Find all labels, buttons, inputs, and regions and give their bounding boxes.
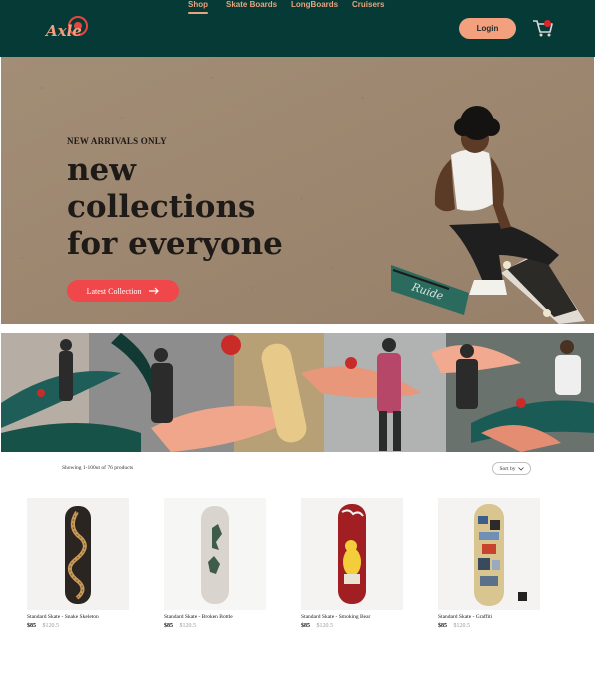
hero-title: new collections for everyone <box>67 152 367 263</box>
latest-collection-label: Latest Collection <box>86 286 142 296</box>
sort-label: Sort by <box>499 465 516 472</box>
nav-item-shop[interactable]: Shop <box>188 0 208 14</box>
product-card[interactable]: Standard Skate - Snake Skeleton $85 $120… <box>27 498 129 629</box>
site-header: Axle Shop Skate Boards LongBoards Cruise… <box>0 0 595 57</box>
product-old-price: $120.5 <box>179 623 197 629</box>
arrow-right-icon <box>149 287 160 295</box>
hero-eyebrow: NEW ARRIVALS ONLY <box>67 136 167 146</box>
chevron-down-icon <box>517 466 524 471</box>
hero-banner: NEW ARRIVALS ONLY new collections for ev… <box>1 57 594 324</box>
product-price: $85 <box>164 623 173 629</box>
product-card[interactable]: Standard Skate - Broken Bottle $85 $120.… <box>164 498 266 629</box>
product-name[interactable]: Standard Skate - Snake Skeleton <box>27 614 129 620</box>
hero-title-line: new <box>67 152 136 188</box>
product-old-price: $120.5 <box>453 623 471 629</box>
latest-collection-button[interactable]: Latest Collection <box>67 280 179 302</box>
svg-text:Axle: Axle <box>44 22 82 40</box>
product-prices: $85 $120.5 <box>27 623 129 629</box>
page: { "brand": { "logo_text": "Axle", "color… <box>0 0 595 690</box>
collection-collage-banner <box>1 333 594 452</box>
product-image[interactable] <box>27 498 129 610</box>
product-price: $85 <box>438 623 447 629</box>
product-prices: $85 $120.5 <box>301 623 403 629</box>
product-image[interactable] <box>438 498 540 610</box>
product-price: $85 <box>301 623 310 629</box>
product-name[interactable]: Standard Skate - Broken Bottle <box>164 614 266 620</box>
results-count: Showing 1-100ut of 76 products <box>62 465 134 471</box>
skateboard-graphic: Ruide <box>391 265 469 315</box>
product-old-price: $120.5 <box>42 623 60 629</box>
hero-title-line: for everyone <box>67 226 283 262</box>
sort-dropdown[interactable]: Sort by <box>492 462 531 475</box>
cart-badge <box>544 20 551 27</box>
product-price: $85 <box>27 623 36 629</box>
product-old-price: $120.5 <box>316 623 334 629</box>
product-card[interactable]: Standard Skate - Smoking Bear $85 $120.5 <box>301 498 403 629</box>
product-image[interactable] <box>164 498 266 610</box>
product-card[interactable]: Standard Skate - Graffiti $85 $120.5 <box>438 498 540 629</box>
product-prices: $85 $120.5 <box>438 623 540 629</box>
cart-icon[interactable] <box>532 18 554 38</box>
product-prices: $85 $120.5 <box>164 623 266 629</box>
brand-logo[interactable]: Axle <box>44 12 90 44</box>
hero-title-line: collections <box>67 189 256 225</box>
nav-item-longboards[interactable]: LongBoards <box>291 0 338 9</box>
nav-item-cruisers[interactable]: Cruisers <box>352 0 384 9</box>
hero-skater-photo: Ruide <box>391 106 585 324</box>
product-name[interactable]: Standard Skate - Smoking Bear <box>301 614 403 620</box>
login-button[interactable]: Login <box>459 18 516 39</box>
product-name[interactable]: Standard Skate - Graffiti <box>438 614 540 620</box>
product-image[interactable] <box>301 498 403 610</box>
nav-item-skate-boards[interactable]: Skate Boards <box>226 0 277 9</box>
